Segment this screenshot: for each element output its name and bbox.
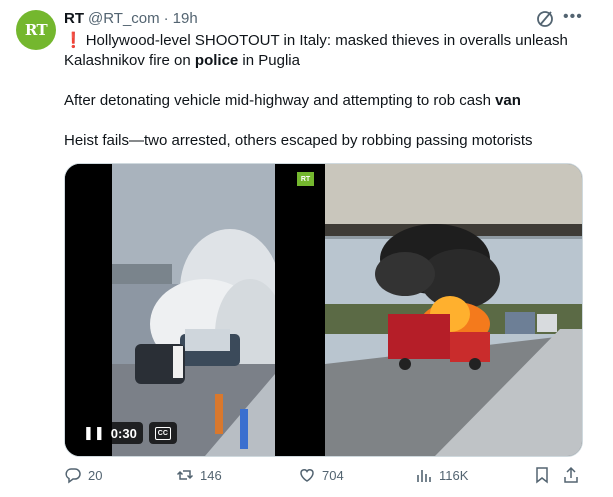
views-button[interactable]: 116K [415, 466, 468, 484]
video-player[interactable]: RT ❚❚ 0:30 CC [65, 164, 322, 456]
separator: · [163, 10, 169, 27]
timestamp[interactable]: 19h [173, 9, 198, 29]
tweet-line-4: Heist fails—two arrested, others escaped… [64, 132, 533, 149]
reply-icon [65, 468, 81, 484]
media-grid: RT ❚❚ 0:30 CC [64, 163, 583, 457]
more-icon[interactable]: ••• [563, 9, 582, 29]
reply-count: 20 [88, 467, 103, 483]
avatar-text: RT [24, 21, 48, 39]
repost-count: 146 [200, 467, 222, 483]
video-time: 0:30 [110, 425, 137, 441]
author-handle[interactable]: @RT_com [88, 9, 160, 29]
photo-burning-van[interactable] [325, 164, 582, 456]
views-count: 116K [439, 467, 469, 483]
like-count: 704 [322, 467, 344, 483]
video-watermark: RT [297, 172, 314, 186]
tweet-line-3: After detonating vehicle mid-highway and… [64, 91, 521, 111]
like-icon [300, 469, 314, 482]
pause-icon[interactable]: ❚❚ [83, 425, 105, 441]
tweet-line-2-text: Kalashnikov fire on [64, 52, 195, 69]
tweet-actions: 20 146 704 116K [64, 466, 594, 486]
photo-image [325, 164, 582, 456]
tweet-line-2-tail: in Puglia [238, 52, 300, 69]
bookmark-button[interactable] [533, 466, 551, 484]
captions-button[interactable]: CC [148, 422, 177, 444]
share-icon [564, 466, 578, 483]
repost-icon [176, 470, 194, 480]
tweet-line-1-text: Hollywood-level SHOOTOUT in Italy: maske… [85, 32, 568, 49]
reply-button[interactable]: 20 [64, 466, 102, 484]
grok-icon[interactable] [535, 9, 555, 29]
views-icon [417, 470, 431, 482]
share-button[interactable] [562, 466, 580, 484]
tweet-line-1: ❗ Hollywood-level SHOOTOUT in Italy: mask… [64, 31, 568, 51]
author-name[interactable]: RT [64, 9, 84, 29]
video-frame [65, 164, 322, 456]
repost-button[interactable]: 146 [176, 466, 222, 484]
tweet-bold-van: van [495, 92, 521, 109]
video-controls: ❚❚ 0:30 CC [77, 422, 177, 444]
playback-pill[interactable]: ❚❚ 0:30 [77, 422, 143, 444]
avatar[interactable]: RT [16, 10, 56, 50]
tweet-bold-police: police [194, 52, 239, 69]
bookmark-icon [536, 467, 548, 484]
tweet-line-3-text: After detonating vehicle mid-highway and… [64, 92, 496, 109]
exclamation-icon: ❗ [64, 32, 83, 49]
captions-icon: CC [154, 426, 171, 440]
tweet-header: RT @RT_com · 19h [64, 9, 198, 29]
tweet-line-2: Kalashnikov fire on police in Puglia [64, 51, 300, 71]
like-button[interactable]: 704 [298, 466, 344, 484]
